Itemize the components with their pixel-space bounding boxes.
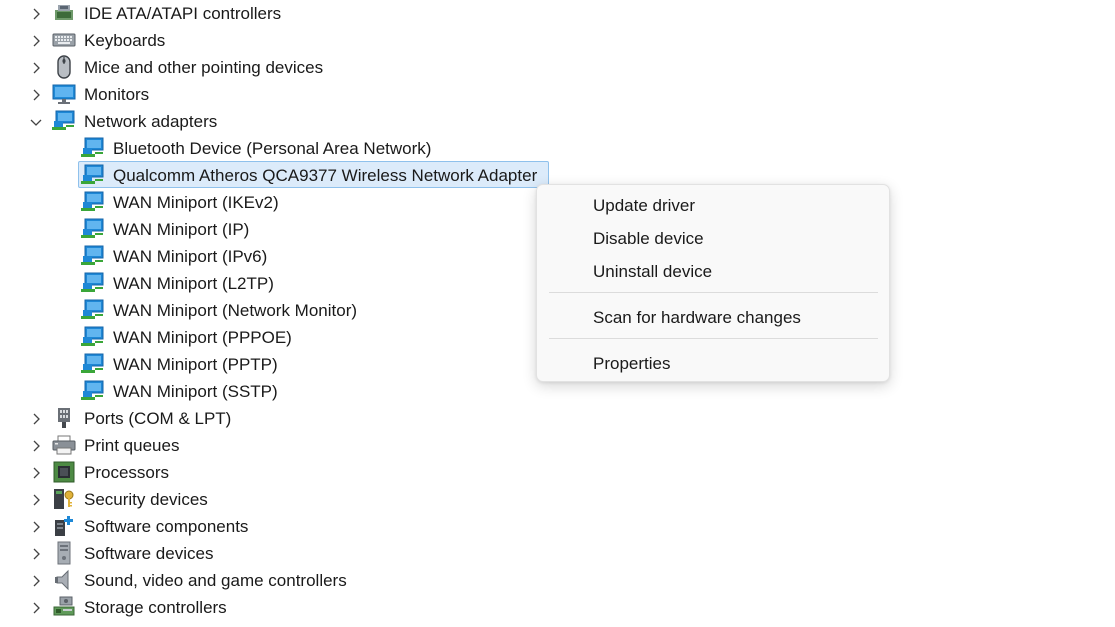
- tree-item-label: Print queues: [84, 436, 180, 455]
- network-adapter-icon: [81, 271, 105, 295]
- chevron-right-icon[interactable]: [28, 594, 44, 621]
- menu-item-scan-hardware[interactable]: Scan for hardware changes: [541, 302, 886, 334]
- tree-item-label: WAN Miniport (IPv6): [113, 247, 268, 266]
- tree-item-label: Ports (COM & LPT): [84, 409, 232, 428]
- menu-separator: [549, 338, 878, 339]
- security-device-icon: [52, 487, 76, 511]
- chevron-right-icon[interactable]: [28, 459, 44, 486]
- chevron-right-icon[interactable]: [28, 0, 44, 27]
- chevron-right-icon[interactable]: [28, 513, 44, 540]
- chevron-right-icon[interactable]: [28, 405, 44, 432]
- tree-item-label: Keyboards: [84, 31, 166, 50]
- chevron-right-icon[interactable]: [28, 27, 44, 54]
- network-adapter-icon: [81, 325, 105, 349]
- ide-controller-icon: [52, 1, 76, 25]
- tree-item-label: Monitors: [84, 85, 150, 104]
- menu-item-update-driver[interactable]: Update driver: [541, 190, 886, 222]
- software-component-icon: [52, 514, 76, 538]
- tree-item-label: Mice and other pointing devices: [84, 58, 324, 77]
- tree-item-label: Processors: [84, 463, 170, 482]
- chevron-down-icon[interactable]: [28, 108, 44, 135]
- network-adapter-icon: [81, 379, 105, 403]
- chevron-right-icon[interactable]: [28, 54, 44, 81]
- network-adapter-icon: [81, 163, 105, 187]
- tree-item-label: WAN Miniport (L2TP): [113, 274, 274, 293]
- tree-item-label: Software components: [84, 517, 249, 536]
- tree-item-label: Qualcomm Atheros QCA9377 Wireless Networ…: [113, 166, 538, 185]
- network-adapter-icon: [81, 244, 105, 268]
- menu-item-properties[interactable]: Properties: [541, 348, 886, 380]
- tree-item-label: Storage controllers: [84, 598, 227, 617]
- tree-item-label: Sound, video and game controllers: [84, 571, 347, 590]
- tree-item-label: WAN Miniport (IKEv2): [113, 193, 279, 212]
- tree-item-label: WAN Miniport (Network Monitor): [113, 301, 358, 320]
- chevron-right-icon[interactable]: [28, 486, 44, 513]
- network-adapter-icon: [81, 352, 105, 376]
- menu-item-disable-device[interactable]: Disable device: [541, 223, 886, 255]
- keyboard-icon: [52, 28, 76, 52]
- chevron-right-icon[interactable]: [28, 432, 44, 459]
- menu-separator: [549, 292, 878, 293]
- chevron-right-icon[interactable]: [28, 81, 44, 108]
- port-icon: [52, 406, 76, 430]
- tree-item-label: WAN Miniport (PPPOE): [113, 328, 292, 347]
- tree-item-label: Software devices: [84, 544, 214, 563]
- menu-item-uninstall-device[interactable]: Uninstall device: [541, 256, 886, 288]
- network-adapter-icon: [52, 109, 76, 133]
- tree-item-label: WAN Miniport (PPTP): [113, 355, 278, 374]
- storage-controller-icon: [52, 595, 76, 619]
- mouse-icon: [52, 55, 76, 79]
- software-device-icon: [52, 541, 76, 565]
- chevron-right-icon[interactable]: [28, 540, 44, 567]
- tree-item-label: Network adapters: [84, 112, 218, 131]
- chevron-right-icon[interactable]: [28, 567, 44, 594]
- tree-item-label: WAN Miniport (IP): [113, 220, 250, 239]
- tree-item-label: Bluetooth Device (Personal Area Network): [113, 139, 432, 158]
- printer-icon: [52, 433, 76, 457]
- speaker-icon: [52, 568, 76, 592]
- tree-item-label: WAN Miniport (SSTP): [113, 382, 278, 401]
- network-adapter-icon: [81, 190, 105, 214]
- tree-item-label: Security devices: [84, 490, 208, 509]
- network-adapter-icon: [81, 298, 105, 322]
- monitor-icon: [52, 82, 76, 106]
- processor-icon: [52, 460, 76, 484]
- network-adapter-icon: [81, 217, 105, 241]
- tree-item-label: IDE ATA/ATAPI controllers: [84, 4, 282, 23]
- context-menu: Update driver Disable device Uninstall d…: [536, 184, 890, 382]
- network-adapter-icon: [81, 136, 105, 160]
